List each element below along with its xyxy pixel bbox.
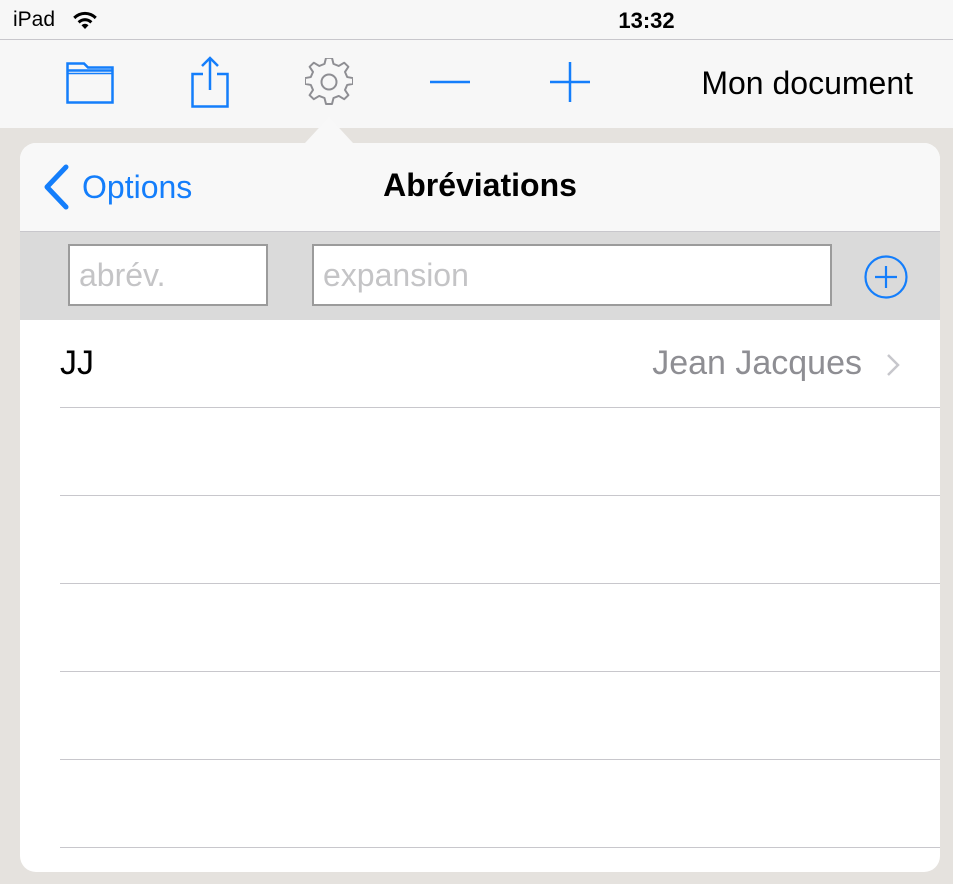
folder-icon[interactable] — [66, 62, 114, 104]
empty-list-row — [60, 760, 940, 848]
empty-list-row — [60, 584, 940, 672]
add-abbreviation-bar — [20, 232, 940, 320]
abbreviation-list: JJ Jean Jacques — [20, 320, 940, 848]
list-item[interactable]: JJ Jean Jacques — [60, 320, 940, 408]
plus-circle-icon[interactable] — [864, 255, 908, 299]
gear-icon[interactable] — [305, 58, 353, 106]
abbreviation-label: JJ — [60, 344, 94, 382]
popover-title: Abréviations — [383, 167, 577, 203]
minus-icon[interactable] — [430, 80, 470, 84]
abbreviation-input[interactable] — [68, 244, 268, 306]
share-icon[interactable] — [191, 56, 229, 108]
expansion-label: Jean Jacques — [652, 344, 862, 382]
chevron-right-icon — [887, 354, 900, 376]
popover-nav-bar: Options Abréviations — [20, 143, 940, 232]
abbreviations-popover: Options Abréviations JJ Jean Jacques — [20, 143, 940, 872]
empty-list-row — [60, 496, 940, 584]
empty-list-row — [60, 408, 940, 496]
toolbar: Mon document — [0, 40, 953, 128]
status-time: 13:32 — [618, 8, 675, 33]
status-bar: iPad 13:32 — [0, 0, 953, 40]
plus-icon[interactable] — [550, 62, 590, 102]
document-title[interactable]: Mon document — [701, 65, 913, 102]
expansion-input[interactable] — [312, 244, 832, 306]
popover-arrow — [305, 117, 353, 143]
empty-list-row — [60, 672, 940, 760]
